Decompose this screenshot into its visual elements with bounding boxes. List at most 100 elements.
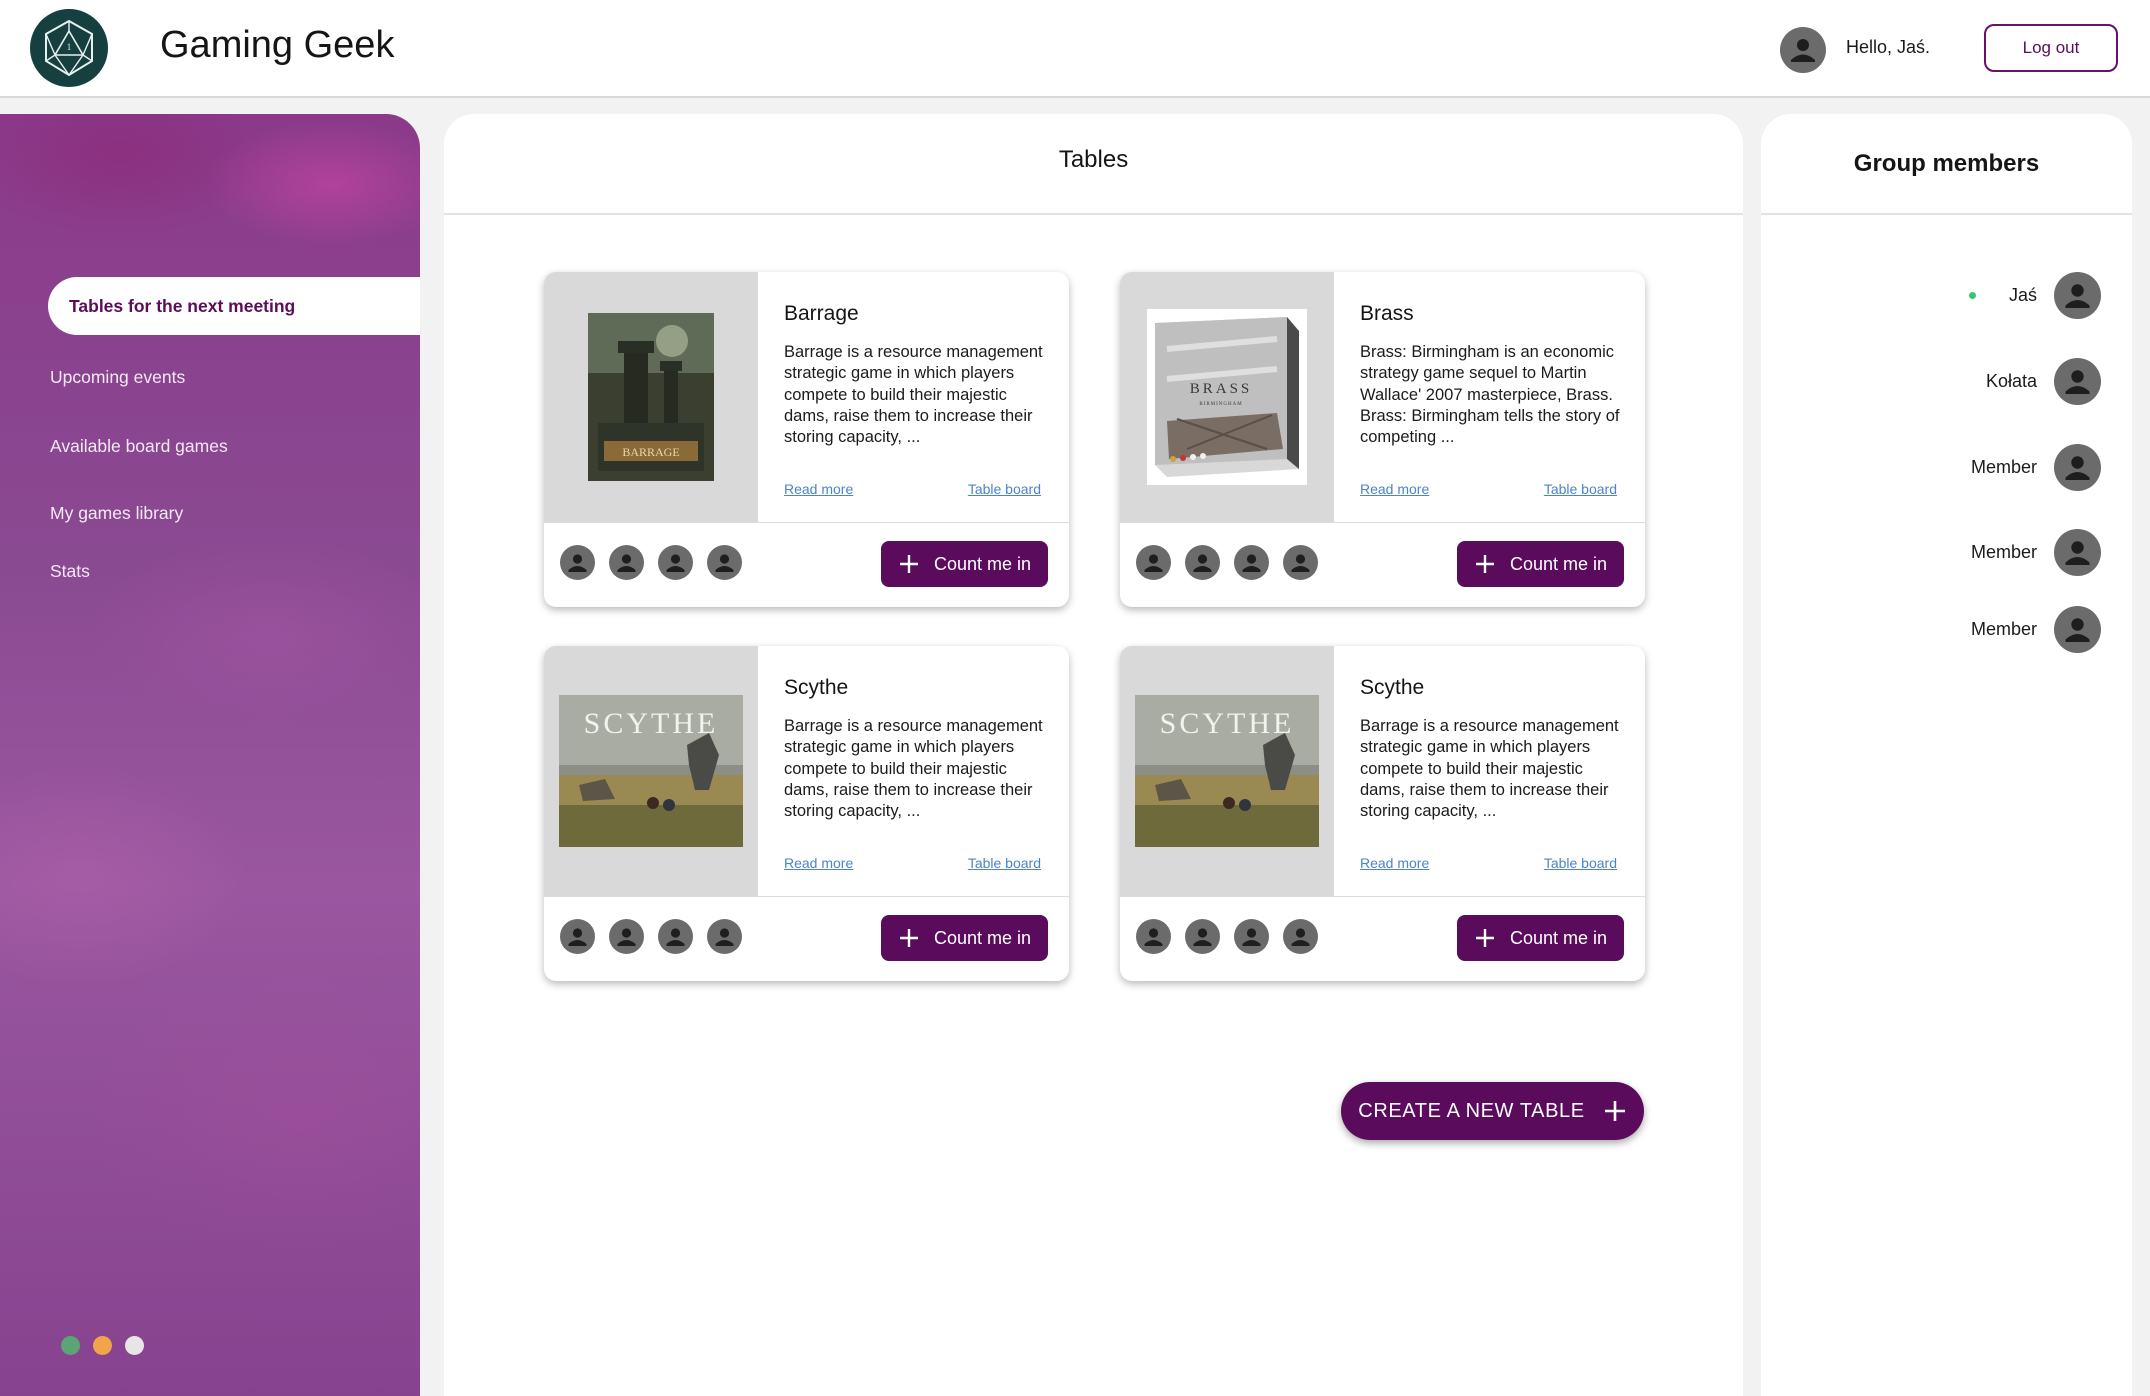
plus-icon	[899, 555, 918, 573]
table-card: SCYTHE Scythe Barrage is a resource mana…	[544, 646, 1069, 981]
count-me-in-label: Count me in	[933, 927, 1032, 948]
plus-icon	[1475, 555, 1494, 573]
member-avatar-icon	[2054, 606, 2101, 653]
count-me-in-button[interactable]: Count me in	[881, 915, 1048, 961]
table-board-link[interactable]: Table board	[968, 855, 1041, 871]
table-card: BRASS BIRMINGHAM Brass Brass: Birmingham…	[1120, 272, 1645, 607]
group-members-title: Group members	[1853, 150, 2040, 177]
game-title: Scythe	[784, 676, 849, 699]
member-item[interactable]: Member	[1971, 444, 2101, 491]
seat-avatar-icon[interactable]	[1136, 919, 1171, 954]
count-me-in-button[interactable]: Count me in	[881, 541, 1048, 587]
seat-avatar-icon[interactable]	[707, 919, 742, 954]
sidebar: Tables for the next meeting Upcoming eve…	[0, 114, 420, 1396]
seat-list	[1136, 919, 1318, 954]
divider	[1761, 213, 2132, 215]
tables-panel: Tables BARRAGE Barrage Barrage is a reso…	[444, 114, 1743, 1396]
logout-button[interactable]: Log out	[1984, 24, 2118, 72]
game-cover-image: SCYTHE	[544, 646, 758, 896]
status-dot-orange	[93, 1336, 112, 1355]
seat-avatar-icon[interactable]	[560, 545, 595, 580]
status-dot-green	[61, 1336, 80, 1355]
seat-list	[560, 545, 742, 580]
game-description: Barrage is a resource management strateg…	[1360, 717, 1619, 821]
game-cover-image: BARRAGE	[544, 272, 758, 522]
member-item[interactable]: Kołata	[1986, 358, 2101, 405]
create-new-table-label: CREATE A NEW TABLE	[1358, 1099, 1585, 1122]
member-name: Member	[1970, 457, 2037, 477]
svg-text:BIRMINGHAM: BIRMINGHAM	[1199, 402, 1242, 407]
seat-avatar-icon[interactable]	[1136, 545, 1171, 580]
plus-icon	[899, 929, 918, 947]
game-title: Brass	[1360, 302, 1414, 325]
member-item[interactable]: Jaś	[1968, 272, 2101, 319]
seat-avatar-icon[interactable]	[658, 545, 693, 580]
member-item[interactable]: Member	[1971, 529, 2101, 576]
seat-avatar-icon[interactable]	[1185, 545, 1220, 580]
member-name: Jaś	[2008, 285, 2037, 305]
svg-text:1: 1	[67, 42, 72, 52]
count-me-in-button[interactable]: Count me in	[1457, 915, 1624, 961]
seat-avatar-icon[interactable]	[609, 919, 644, 954]
seat-avatar-icon[interactable]	[1185, 919, 1220, 954]
game-cover-image: SCYTHE	[1120, 646, 1334, 896]
game-description: Barrage is a resource management strateg…	[784, 717, 1043, 821]
online-status-icon	[1968, 292, 1976, 299]
seat-avatar-icon[interactable]	[560, 919, 595, 954]
sidebar-item-upcoming-events[interactable]: Upcoming events	[50, 367, 185, 388]
table-board-link[interactable]: Table board	[1544, 481, 1617, 497]
seat-avatar-icon[interactable]	[1283, 545, 1318, 580]
user-greeting: Hello, Jaś.	[1846, 37, 1931, 57]
divider	[444, 213, 1743, 215]
seat-avatar-icon[interactable]	[1234, 545, 1269, 580]
game-description: Barrage is a resource management strateg…	[784, 343, 1043, 447]
member-avatar-icon	[2054, 444, 2101, 491]
svg-text:BARRAGE: BARRAGE	[622, 445, 679, 459]
member-avatar-icon	[2054, 358, 2101, 405]
table-board-link[interactable]: Table board	[1544, 855, 1617, 871]
divider	[1120, 896, 1645, 897]
read-more-link[interactable]: Read more	[784, 481, 853, 497]
read-more-link[interactable]: Read more	[1360, 855, 1429, 871]
sidebar-status-dots	[61, 1336, 144, 1355]
seat-avatar-icon[interactable]	[609, 545, 644, 580]
svg-text:SCYTHE: SCYTHE	[1160, 707, 1295, 740]
seat-avatar-icon[interactable]	[1283, 919, 1318, 954]
svg-text:SCYTHE: SCYTHE	[584, 707, 719, 740]
seat-avatar-icon[interactable]	[707, 545, 742, 580]
svg-text:BRASS: BRASS	[1190, 381, 1253, 397]
read-more-link[interactable]: Read more	[784, 855, 853, 871]
read-more-link[interactable]: Read more	[1360, 481, 1429, 497]
seat-avatar-icon[interactable]	[658, 919, 693, 954]
count-me-in-label: Count me in	[1509, 927, 1608, 948]
sidebar-item-tables-next-meeting[interactable]: Tables for the next meeting	[48, 277, 420, 335]
plus-icon	[1604, 1101, 1625, 1121]
status-dot-gray	[125, 1336, 144, 1355]
count-me-in-button[interactable]: Count me in	[1457, 541, 1624, 587]
user-avatar-icon[interactable]	[1780, 27, 1826, 73]
game-title: Barrage	[784, 302, 859, 325]
game-cover-image: BRASS BIRMINGHAM	[1120, 272, 1334, 522]
sidebar-item-available-board-games[interactable]: Available board games	[50, 436, 228, 457]
game-description: Brass: Birmingham is an economic strateg…	[1360, 343, 1620, 447]
divider	[544, 522, 1069, 523]
create-new-table-button[interactable]: CREATE A NEW TABLE	[1341, 1082, 1644, 1140]
divider	[1120, 522, 1645, 523]
seat-list	[560, 919, 742, 954]
count-me-in-label: Count me in	[933, 553, 1032, 574]
member-avatar-icon	[2054, 272, 2101, 319]
count-me-in-label: Count me in	[1509, 553, 1608, 574]
d20-dice-icon[interactable]: 1	[30, 9, 108, 87]
divider	[544, 896, 1069, 897]
member-name: Member	[1970, 542, 2037, 562]
sidebar-item-stats[interactable]: Stats	[50, 561, 90, 582]
member-avatar-icon	[2054, 529, 2101, 576]
sidebar-item-my-games-library[interactable]: My games library	[50, 503, 183, 524]
member-item[interactable]: Member	[1971, 606, 2101, 653]
seat-avatar-icon[interactable]	[1234, 919, 1269, 954]
app-title: Gaming Geek	[160, 24, 395, 66]
group-members-panel: Group members Jaś Kołata Member Member M…	[1761, 114, 2132, 1396]
member-name: Member	[1970, 619, 2037, 639]
game-title: Scythe	[1360, 676, 1425, 699]
table-board-link[interactable]: Table board	[968, 481, 1041, 497]
